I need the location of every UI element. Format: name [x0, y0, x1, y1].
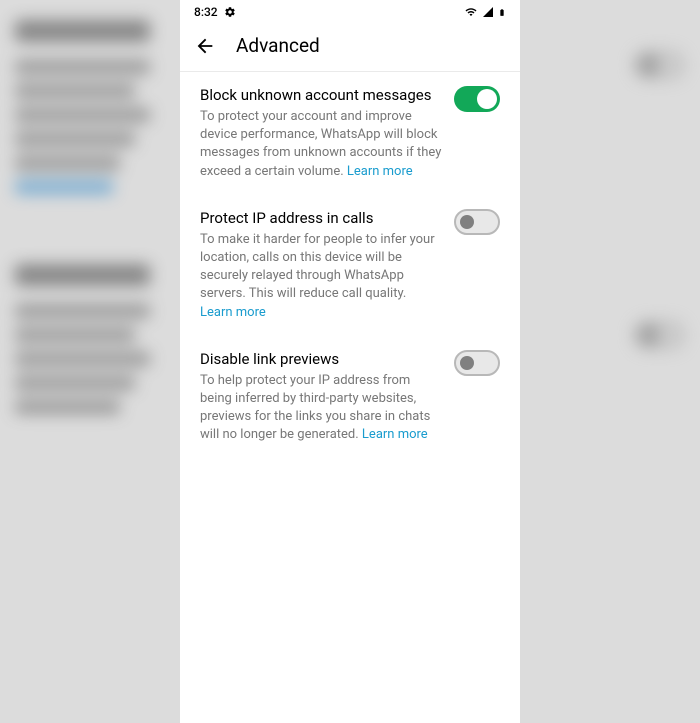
- back-button[interactable]: [194, 35, 216, 57]
- phone-screen: 8:32 Advanced: [180, 0, 520, 723]
- toggle-protect-ip[interactable]: [454, 209, 500, 235]
- wifi-icon: [464, 6, 478, 18]
- battery-icon: [498, 6, 506, 19]
- status-time: 8:32: [194, 5, 218, 19]
- toggle-block-unknown[interactable]: [454, 86, 500, 112]
- setting-title: Disable link previews: [200, 350, 442, 368]
- signal-icon: [481, 6, 495, 18]
- gear-icon: [224, 6, 236, 18]
- page-title: Advanced: [236, 34, 320, 57]
- setting-title: Protect IP address in calls: [200, 209, 442, 227]
- setting-title: Block unknown account messages: [200, 86, 442, 104]
- settings-list: Block unknown account messages To protec…: [180, 72, 520, 723]
- learn-more-link[interactable]: Learn more: [347, 164, 413, 179]
- status-bar: 8:32: [180, 0, 520, 24]
- app-header: Advanced: [180, 24, 520, 72]
- learn-more-link[interactable]: Learn more: [200, 305, 266, 320]
- toggle-disable-previews[interactable]: [454, 350, 500, 376]
- setting-description: To make it harder for people to infer yo…: [200, 231, 442, 322]
- learn-more-link[interactable]: Learn more: [362, 427, 428, 442]
- setting-disable-previews: Disable link previews To help protect yo…: [200, 350, 500, 445]
- setting-description: To protect your account and improve devi…: [200, 108, 442, 181]
- setting-description: To help protect your IP address from bei…: [200, 372, 442, 445]
- setting-protect-ip: Protect IP address in calls To make it h…: [200, 209, 500, 322]
- arrow-back-icon: [194, 35, 216, 57]
- setting-block-unknown: Block unknown account messages To protec…: [200, 86, 500, 181]
